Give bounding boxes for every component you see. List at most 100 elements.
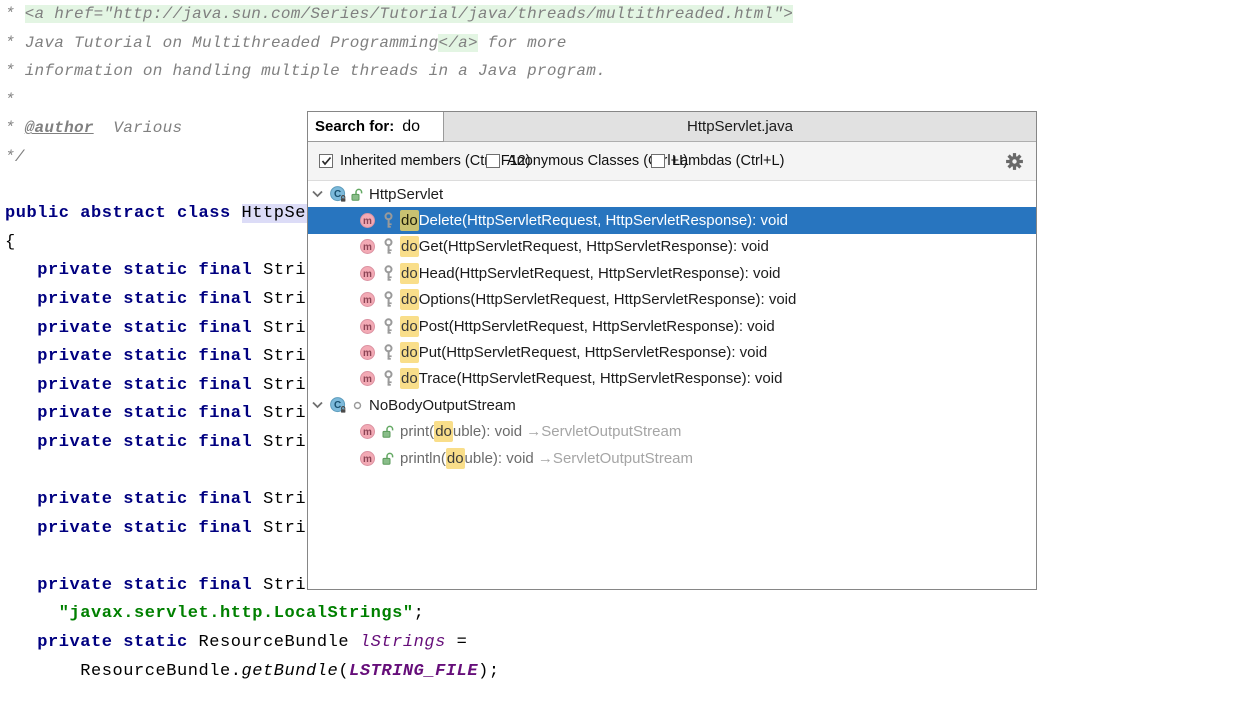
checkbox-unchecked-icon[interactable] — [486, 154, 500, 168]
method-icon: m — [360, 213, 375, 228]
method-icon: m — [360, 371, 375, 386]
protected-key-icon — [382, 370, 394, 387]
tree-row-label: Head(HttpServletRequest, HttpServletResp… — [419, 265, 781, 282]
code-segment — [5, 633, 37, 652]
code-segment: </a> — [438, 34, 477, 52]
method-icon: m — [360, 451, 375, 466]
code-segment: ResourceBundle — [199, 633, 360, 652]
svg-text:m: m — [363, 348, 372, 359]
comment-line: * Java Tutorial on Multithreaded Program… — [5, 29, 1243, 58]
tree-row-dotrace[interactable]: mdoTrace(HttpServletRequest, HttpServlet… — [308, 366, 1036, 392]
code-segment: * — [5, 119, 25, 137]
code-segment: Stri — [263, 376, 306, 395]
search-field[interactable]: Search for: do — [308, 112, 444, 142]
class-icon: C — [330, 397, 346, 413]
code-segment: { — [5, 233, 16, 252]
search-match-highlight: do — [446, 448, 465, 469]
tree-row-dohead[interactable]: m doHead(HttpServletRequest, HttpServletR… — [308, 260, 1036, 286]
code-segment: getBundle — [242, 662, 339, 681]
comment-line: * <a href="http://java.sun.com/Series/Tu… — [5, 0, 1243, 29]
svg-text:m: m — [363, 427, 372, 438]
tree-row-nobodyoutputstream[interactable]: C NoBodyOutputStream — [308, 392, 1036, 418]
code-segment: ( — [338, 662, 349, 681]
class-icon: C — [330, 186, 346, 202]
search-match-highlight: do — [400, 368, 419, 389]
tree-row-doget[interactable]: mdoGet(HttpServletRequest, HttpServletRe… — [308, 234, 1036, 260]
code-segment: private static final — [37, 404, 263, 423]
tree-row-httpservlet[interactable]: CHttpServlet — [308, 181, 1036, 207]
tree-row-doput[interactable]: m doPut(HttpServletRequest, HttpServletRe… — [308, 339, 1036, 365]
code-segment: private static final — [37, 576, 263, 595]
tree-row-label: Delete(HttpServletRequest, HttpServletRe… — [419, 212, 788, 229]
method-icon: m — [360, 319, 375, 334]
chevron-down-icon[interactable] — [311, 190, 324, 198]
search-match-highlight: do — [434, 421, 453, 442]
code-segment: Stri — [263, 347, 306, 366]
code-segment — [5, 576, 37, 595]
checkbox-unchecked-icon[interactable] — [651, 154, 665, 168]
popup-title: HttpServlet.java — [444, 112, 1036, 142]
code-segment: public abstract class — [5, 204, 242, 223]
protected-key-icon — [382, 238, 394, 255]
tree-row-label: NoBodyOutputStream — [369, 397, 516, 414]
method-icon: m — [360, 345, 375, 360]
tree-row-dodelete[interactable]: m doDelete(HttpServletRequest, HttpServle… — [308, 207, 1036, 233]
search-match-highlight: do — [400, 316, 419, 337]
code-segment: * — [5, 5, 25, 23]
code-segment: = — [446, 633, 468, 652]
search-match-highlight: do — [400, 342, 419, 363]
structure-tree: CHttpServletmdoDelete(HttpServletRequest… — [308, 181, 1036, 471]
protected-key-icon — [382, 318, 394, 335]
search-match-highlight: do — [400, 263, 419, 284]
code-segment: Various — [94, 119, 183, 137]
code-segment: Stri — [263, 319, 306, 338]
code-segment: private static final — [37, 376, 263, 395]
code-segment: private static final — [37, 347, 263, 366]
search-match-highlight: do — [400, 210, 419, 231]
code-segment: Stri — [263, 519, 306, 538]
code-segment: private static — [37, 633, 198, 652]
comment-line: * information on handling multiple threa… — [5, 57, 1243, 86]
code-segment: * Java Tutorial on Multithreaded Program… — [5, 34, 438, 52]
tree-row-label: println( — [400, 450, 446, 467]
code-segment — [5, 347, 37, 366]
settings-gear-icon[interactable] — [1006, 153, 1023, 170]
protected-key-icon — [382, 291, 394, 308]
method-icon: m — [360, 239, 375, 254]
code-segment: private static final — [37, 490, 263, 509]
tree-row-dooptions[interactable]: mdoOptions(HttpServletRequest, HttpServl… — [308, 287, 1036, 313]
tree-row-label: →ServletOutputStream — [534, 450, 693, 467]
tree-row-dopost[interactable]: mdoPost(HttpServletRequest, HttpServletR… — [308, 313, 1036, 339]
svg-text:C: C — [334, 189, 341, 200]
svg-text:m: m — [363, 322, 372, 333]
checkbox-checked-icon[interactable] — [319, 154, 333, 168]
code-segment — [5, 404, 37, 423]
code-segment — [5, 290, 37, 309]
code-segment: LSTRING_FILE — [349, 662, 478, 681]
code-segment — [5, 662, 80, 681]
tree-row-label: Put(HttpServletRequest, HttpServletRespo… — [419, 344, 768, 361]
svg-text:m: m — [363, 269, 372, 280]
code-segment: @author — [25, 119, 94, 137]
code-segment — [5, 376, 37, 395]
search-value: do — [402, 118, 420, 136]
svg-text:m: m — [363, 216, 372, 227]
string-line: "javax.servlet.http.LocalStrings"; — [5, 600, 1243, 629]
popup-header: Search for: do HttpServlet.java — [308, 112, 1036, 142]
method-icon: m — [360, 292, 375, 307]
tree-row-label: Options(HttpServletRequest, HttpServletR… — [419, 291, 797, 308]
code-segment: */ — [5, 148, 25, 166]
code-segment: ResourceBundle. — [80, 662, 241, 681]
tree-row-print[interactable]: mprint(double): void →ServletOutputStrea… — [308, 419, 1036, 445]
code-segment: Stri — [263, 404, 306, 423]
public-lock-icon — [351, 186, 363, 203]
chevron-down-icon[interactable] — [311, 401, 324, 409]
tree-row-println[interactable]: mprintln(double): void →ServletOutputStr… — [308, 445, 1036, 471]
search-match-highlight: do — [400, 236, 419, 257]
code-segment: <a href="http://java.sun.com/Series/Tuto… — [25, 5, 793, 23]
public-lock-icon — [382, 450, 394, 467]
svg-text:m: m — [363, 242, 372, 253]
svg-text:C: C — [334, 400, 341, 411]
filter-checkbox-lambdas[interactable]: Lambdas (Ctrl+L) — [651, 142, 784, 180]
code-segment — [5, 319, 37, 338]
